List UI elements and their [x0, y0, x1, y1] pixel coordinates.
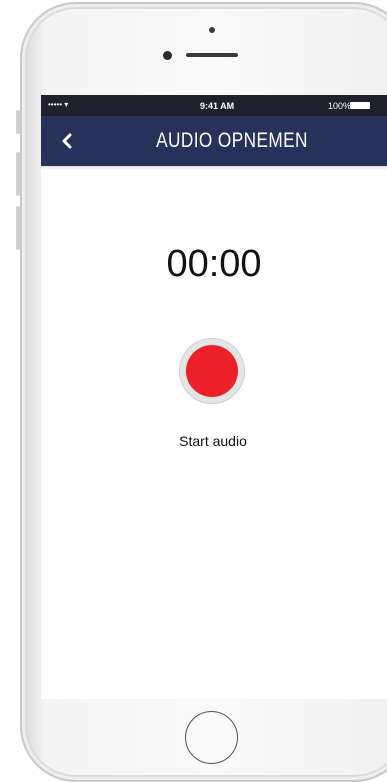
signal-icon: ••••• ▾: [48, 100, 69, 109]
page-title: AUDIO OPNEMEN: [156, 129, 308, 152]
back-button[interactable]: [61, 130, 81, 152]
status-time: 9:41 AM: [200, 101, 235, 111]
mute-switch: [16, 110, 20, 134]
status-bar: ••••• ▾ 9:41 AM 100%: [41, 95, 387, 116]
battery-percentage: 100%: [328, 101, 352, 111]
navbar-divider: [41, 166, 387, 170]
page: ••••• ▾ 9:41 AM 100% AUDIO OPNEMEN 00:00…: [0, 0, 387, 782]
recording-timer: 00:00: [166, 243, 262, 285]
record-icon: [186, 345, 238, 397]
camera-icon: [209, 27, 215, 33]
record-label: Start audio: [179, 433, 247, 449]
volume-down-button: [16, 206, 20, 250]
earpiece-speaker: [186, 53, 238, 57]
navigation-bar: AUDIO OPNEMEN: [41, 116, 387, 166]
home-button[interactable]: [185, 711, 238, 764]
volume-up-button: [16, 152, 20, 196]
app-screen: ••••• ▾ 9:41 AM 100% AUDIO OPNEMEN 00:00…: [41, 95, 387, 699]
chevron-left-icon: [62, 133, 72, 149]
record-button[interactable]: [179, 338, 245, 404]
front-camera-icon: [163, 51, 172, 60]
battery-icon: [350, 102, 370, 109]
